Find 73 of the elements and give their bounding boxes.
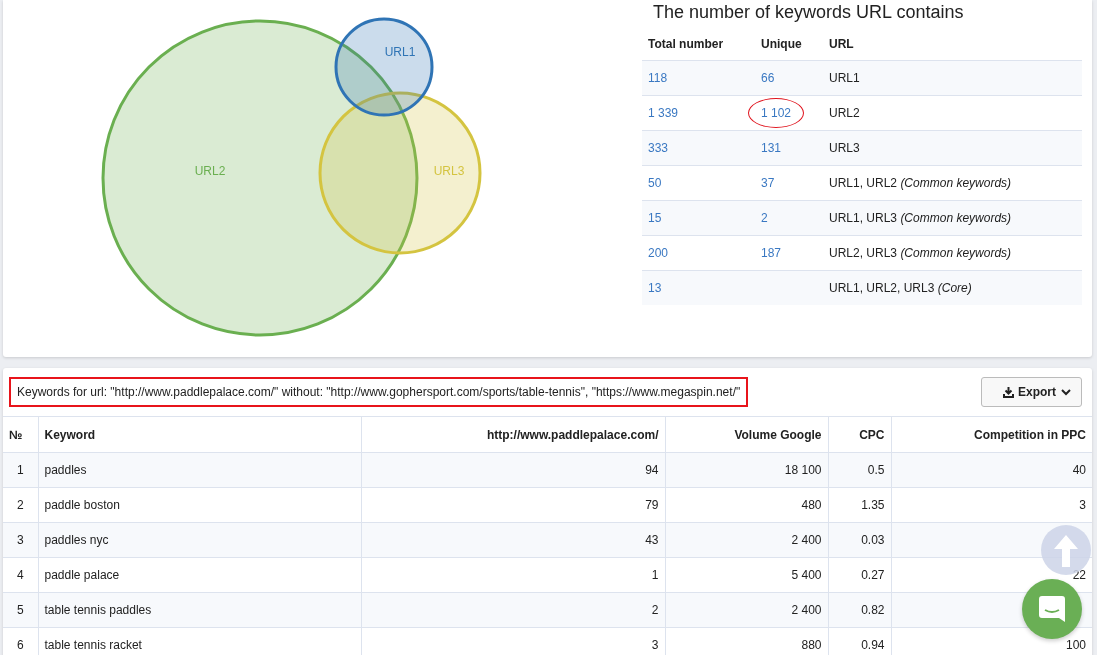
url-set: URL1, URL2, URL3 (Core) <box>829 281 972 295</box>
url-set: URL1 <box>829 71 860 85</box>
table-cell: 2 400 <box>791 603 822 617</box>
table-cell: table tennis paddles <box>44 603 152 617</box>
url-set: URL3 <box>829 141 860 155</box>
venn-label: URL3 <box>433 164 465 178</box>
table-cell: 4 <box>16 568 24 582</box>
venn-label: URL2 <box>194 164 226 178</box>
table-cell: 2 400 <box>791 533 822 547</box>
table-cell: 0.82 <box>861 603 885 617</box>
column-header: http://www.paddlepalace.com/ <box>486 427 659 442</box>
table-cell: 1.35 <box>861 498 885 512</box>
total-count: 13 <box>648 281 662 295</box>
filter-caption: Keywords for url: "http://www.paddlepalace.com/" without: "http://www.gophersport.com/sports/table-tennis", "https://www.megaspin.net/" <box>9 377 749 407</box>
column-header: URL <box>829 37 854 51</box>
column-header: Unique <box>761 37 802 51</box>
table-cell: paddle boston <box>44 498 120 512</box>
url-set: URL1, URL2 (Common keywords) <box>829 176 1012 190</box>
total-count: 200 <box>648 246 669 260</box>
table-cell: 1 <box>16 463 24 477</box>
table-cell: 100 <box>1065 638 1086 652</box>
total-count: 15 <box>648 211 662 225</box>
column-header: Keyword <box>44 427 96 442</box>
unique-count: 2 <box>761 211 768 225</box>
summary-title: The number of keywords URL contains <box>652 1 965 24</box>
table-cell: 880 <box>801 638 822 652</box>
table-cell: 3 <box>16 533 24 547</box>
caret-icon <box>1059 387 1073 397</box>
chat-icon <box>1037 594 1067 624</box>
export-button[interactable]: Export <box>981 377 1082 407</box>
table-cell: 2 <box>16 498 24 512</box>
column-header: Volume Google <box>734 427 822 442</box>
table-cell: 0.94 <box>861 638 885 652</box>
table-cell: 3 <box>651 638 659 652</box>
total-count: 1 339 <box>648 106 679 120</box>
table-cell: 480 <box>801 498 822 512</box>
table-cell: 40 <box>1072 463 1086 477</box>
total-count: 50 <box>648 176 662 190</box>
table-cell: 0.03 <box>861 533 885 547</box>
table-cell: 22 <box>1072 568 1086 582</box>
url-set: URL2, URL3 (Common keywords) <box>829 246 1012 260</box>
unique-count: 37 <box>761 176 775 190</box>
column-header: CPC <box>859 427 885 442</box>
unique-count: 131 <box>761 141 782 155</box>
total-count: 118 <box>648 71 668 85</box>
table-cell: 79 <box>645 498 659 512</box>
unique-count: 66 <box>761 71 775 85</box>
download-icon <box>1002 385 1015 399</box>
table-cell: 43 <box>645 533 659 547</box>
table-cell: 94 <box>645 463 659 477</box>
url-set: URL1, URL3 (Common keywords) <box>829 211 1012 225</box>
table-cell: 5 400 <box>791 568 822 582</box>
table-cell: 18 100 <box>784 463 822 477</box>
column-header: Competition in PPC <box>974 427 1086 442</box>
unique-count: 1 102 <box>761 106 792 120</box>
url-set: URL2 <box>829 106 860 120</box>
table-cell: paddles <box>44 463 87 477</box>
table-cell: table tennis racket <box>44 638 142 652</box>
unique-count: 187 <box>761 246 782 260</box>
table-cell: 3 <box>1079 498 1086 512</box>
table-cell: 6 <box>16 638 24 652</box>
table-cell: 0.5 <box>867 463 885 477</box>
table-cell: paddle palace <box>44 568 120 582</box>
table-cell: 2 <box>651 603 659 617</box>
table-cell: 5 <box>16 603 24 617</box>
table-cell: 1 <box>651 568 659 582</box>
arrow-up-icon <box>1052 533 1080 567</box>
venn-label: URL1 <box>384 45 416 59</box>
table-cell: 0.27 <box>861 568 885 582</box>
column-header: № <box>9 427 23 442</box>
column-header: Total number <box>648 37 724 51</box>
total-count: 333 <box>648 141 669 155</box>
table-cell: paddles nyc <box>44 533 109 547</box>
